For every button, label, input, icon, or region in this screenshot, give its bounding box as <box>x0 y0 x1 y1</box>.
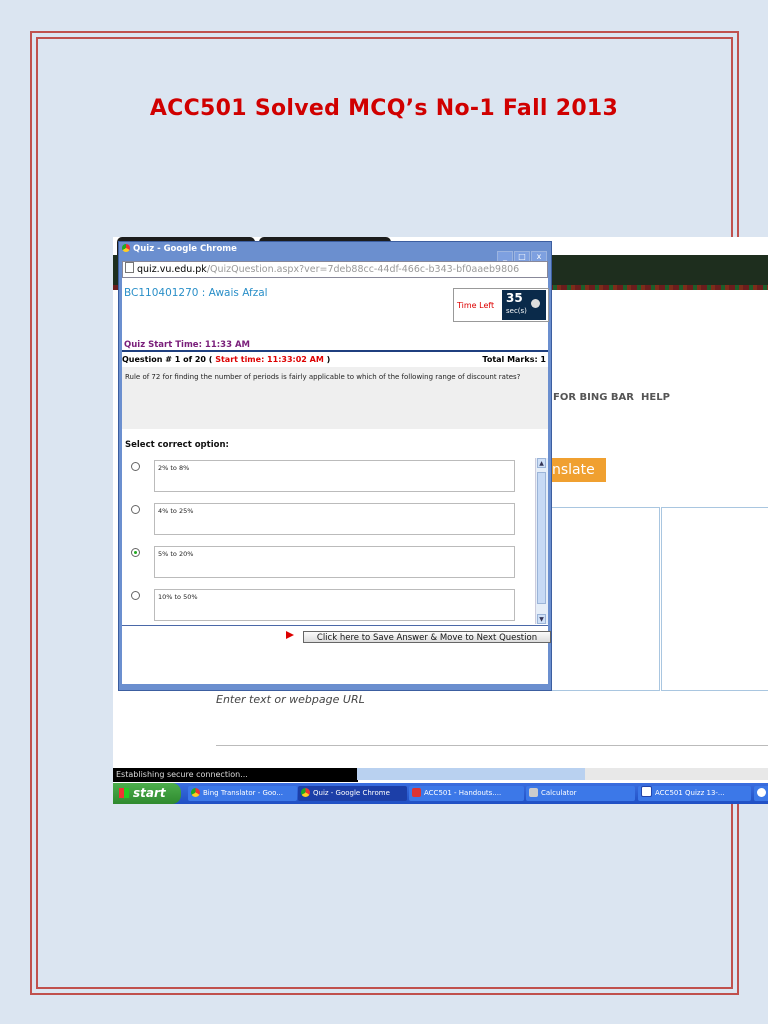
total-marks: Total Marks: 1 <box>482 355 546 364</box>
option-radio[interactable] <box>131 505 140 514</box>
option-radio[interactable] <box>131 462 140 471</box>
chrome-icon <box>191 788 200 797</box>
flag-icon <box>286 631 294 639</box>
option-row: 2% to 8% <box>122 460 532 494</box>
taskbar-item-more[interactable] <box>754 786 768 801</box>
question-start-time: Start time: 11:33:02 AM <box>215 355 324 364</box>
option-radio-selected[interactable] <box>131 548 140 557</box>
question-text: Rule of 72 for finding the number of per… <box>122 367 548 429</box>
select-option-label: Select correct option: <box>125 440 229 450</box>
progress-track <box>585 768 768 780</box>
page-icon <box>125 262 134 273</box>
option-radio[interactable] <box>131 591 140 600</box>
window-title: Quiz - Google Chrome <box>122 244 237 254</box>
time-left-label: Time Left <box>457 301 495 310</box>
taskbar-item-handouts[interactable]: ACC501 - Handouts.... <box>409 786 524 801</box>
option-text: 5% to 20% <box>154 546 515 578</box>
save-answer-button[interactable]: Click here to Save Answer & Move to Next… <box>303 631 551 643</box>
divider <box>216 745 768 746</box>
student-name: BC110401270 : Awais Afzal <box>124 287 268 299</box>
option-row: 4% to 25% <box>122 503 532 537</box>
document-title: ACC501 Solved MCQ’s No-1 Fall 2013 <box>149 96 619 121</box>
word-icon <box>641 786 652 797</box>
scroll-thumb[interactable] <box>537 472 546 604</box>
status-bar: Establishing secure connection... <box>113 768 358 782</box>
taskbar-item-quiz[interactable]: Quiz - Google Chrome <box>298 786 407 801</box>
scroll-up-icon[interactable]: ▲ <box>537 458 546 468</box>
time-left-value: 35 <box>506 291 523 305</box>
translate-button[interactable]: nslate <box>550 458 606 482</box>
nav-help[interactable]: HELP <box>641 392 670 403</box>
translation-box <box>661 507 768 691</box>
taskbar: start Bing Translator - Goo... Quiz - Go… <box>113 783 768 804</box>
scroll-down-icon[interactable]: ▼ <box>537 614 546 624</box>
start-button[interactable]: start <box>113 783 181 804</box>
nav-bing-bar[interactable]: FOR BING BAR <box>553 392 634 403</box>
question-suffix: ) <box>326 355 331 364</box>
browser-icon <box>757 788 766 797</box>
options-scrollbar[interactable]: ▲ ▼ <box>535 458 548 624</box>
taskbar-item-calculator[interactable]: Calculator <box>526 786 635 801</box>
time-left-widget: Time Left 35 sec(s) <box>453 288 549 322</box>
taskbar-item-word[interactable]: ACC501 Quizz 13-... <box>638 786 751 801</box>
windows-logo-icon <box>119 788 129 798</box>
taskbar-item-bing[interactable]: Bing Translator - Goo... <box>188 786 297 801</box>
enter-text-hint: Enter text or webpage URL <box>216 693 365 706</box>
progress-bar <box>357 768 585 780</box>
quiz-start-time: Quiz Start Time: 11:33 AM <box>124 340 250 350</box>
time-left-unit: sec(s) <box>506 307 527 315</box>
calculator-icon <box>529 788 538 797</box>
address-bar[interactable]: quiz.vu.edu.pk/QuizQuestion.aspx?ver=7de… <box>122 261 548 278</box>
pdf-icon <box>412 788 421 797</box>
option-text: 4% to 25% <box>154 503 515 535</box>
option-row: 10% to 50% <box>122 589 532 623</box>
screenshot: FOR BING BAR HELP nslate Enter text or w… <box>113 237 768 804</box>
chrome-icon <box>301 788 310 797</box>
time-left-box: 35 sec(s) <box>502 290 546 320</box>
divider <box>122 625 548 626</box>
option-row: 5% to 20% <box>122 546 532 580</box>
source-text-box[interactable] <box>550 507 660 691</box>
quiz-window: Quiz - Google Chrome _ □ x quiz.vu.edu.pk/… <box>118 241 552 691</box>
option-text: 10% to 50% <box>154 589 515 621</box>
question-number: Question # 1 of 20 ( <box>122 355 213 364</box>
quiz-content: BC110401270 : Awais Afzal Time Left 35 s… <box>122 278 551 684</box>
clock-icon <box>531 299 540 308</box>
option-text: 2% to 8% <box>154 460 515 492</box>
chrome-icon <box>122 244 130 252</box>
